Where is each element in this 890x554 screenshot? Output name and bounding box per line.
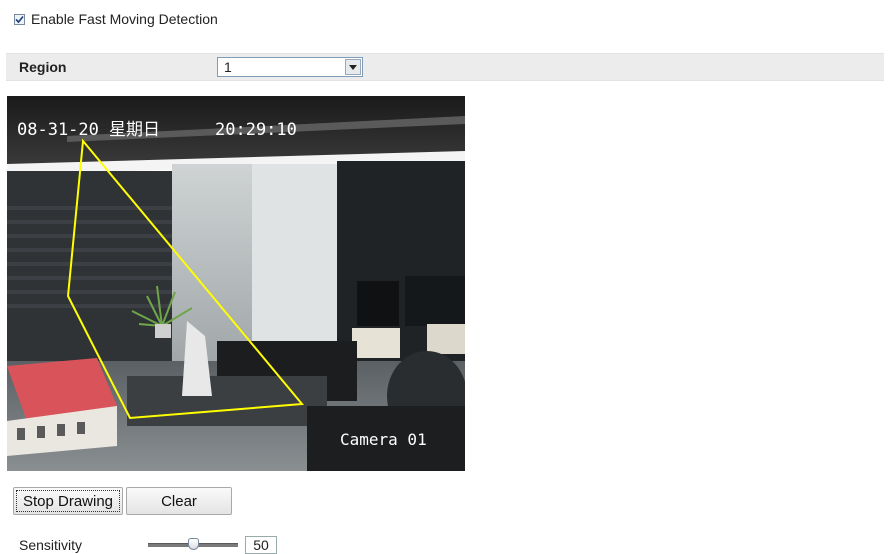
osd-time: 20:29:10 [215, 120, 297, 140]
clear-button[interactable]: Clear [126, 487, 232, 515]
enable-fast-moving-row: Enable Fast Moving Detection [14, 10, 218, 28]
region-select-value: 1 [224, 59, 232, 75]
osd-camera-label: Camera 01 [340, 430, 427, 449]
stop-drawing-button[interactable]: Stop Drawing [13, 487, 123, 515]
enable-fast-moving-checkbox[interactable] [14, 13, 25, 25]
video-preview[interactable]: 08-31-20 星期日 20:29:10 Camera 01 [7, 96, 465, 471]
osd-date: 08-31-20 [17, 120, 99, 140]
sensitivity-label: Sensitivity [19, 537, 83, 553]
camera-feed[interactable]: 08-31-20 星期日 20:29:10 Camera 01 [7, 96, 465, 471]
sensitivity-slider-thumb[interactable] [188, 538, 199, 550]
osd-weekday: 星期日 [109, 120, 160, 140]
dropdown-arrow-icon[interactable] [345, 59, 361, 75]
region-select[interactable]: 1 [217, 57, 363, 77]
checkmark-icon [15, 15, 24, 23]
sensitivity-slider[interactable] [148, 538, 238, 552]
region-label: Region [19, 59, 67, 75]
region-bar: Region 1 [6, 53, 884, 81]
enable-fast-moving-label: Enable Fast Moving Detection [31, 11, 218, 27]
sensitivity-value[interactable]: 50 [245, 536, 277, 554]
